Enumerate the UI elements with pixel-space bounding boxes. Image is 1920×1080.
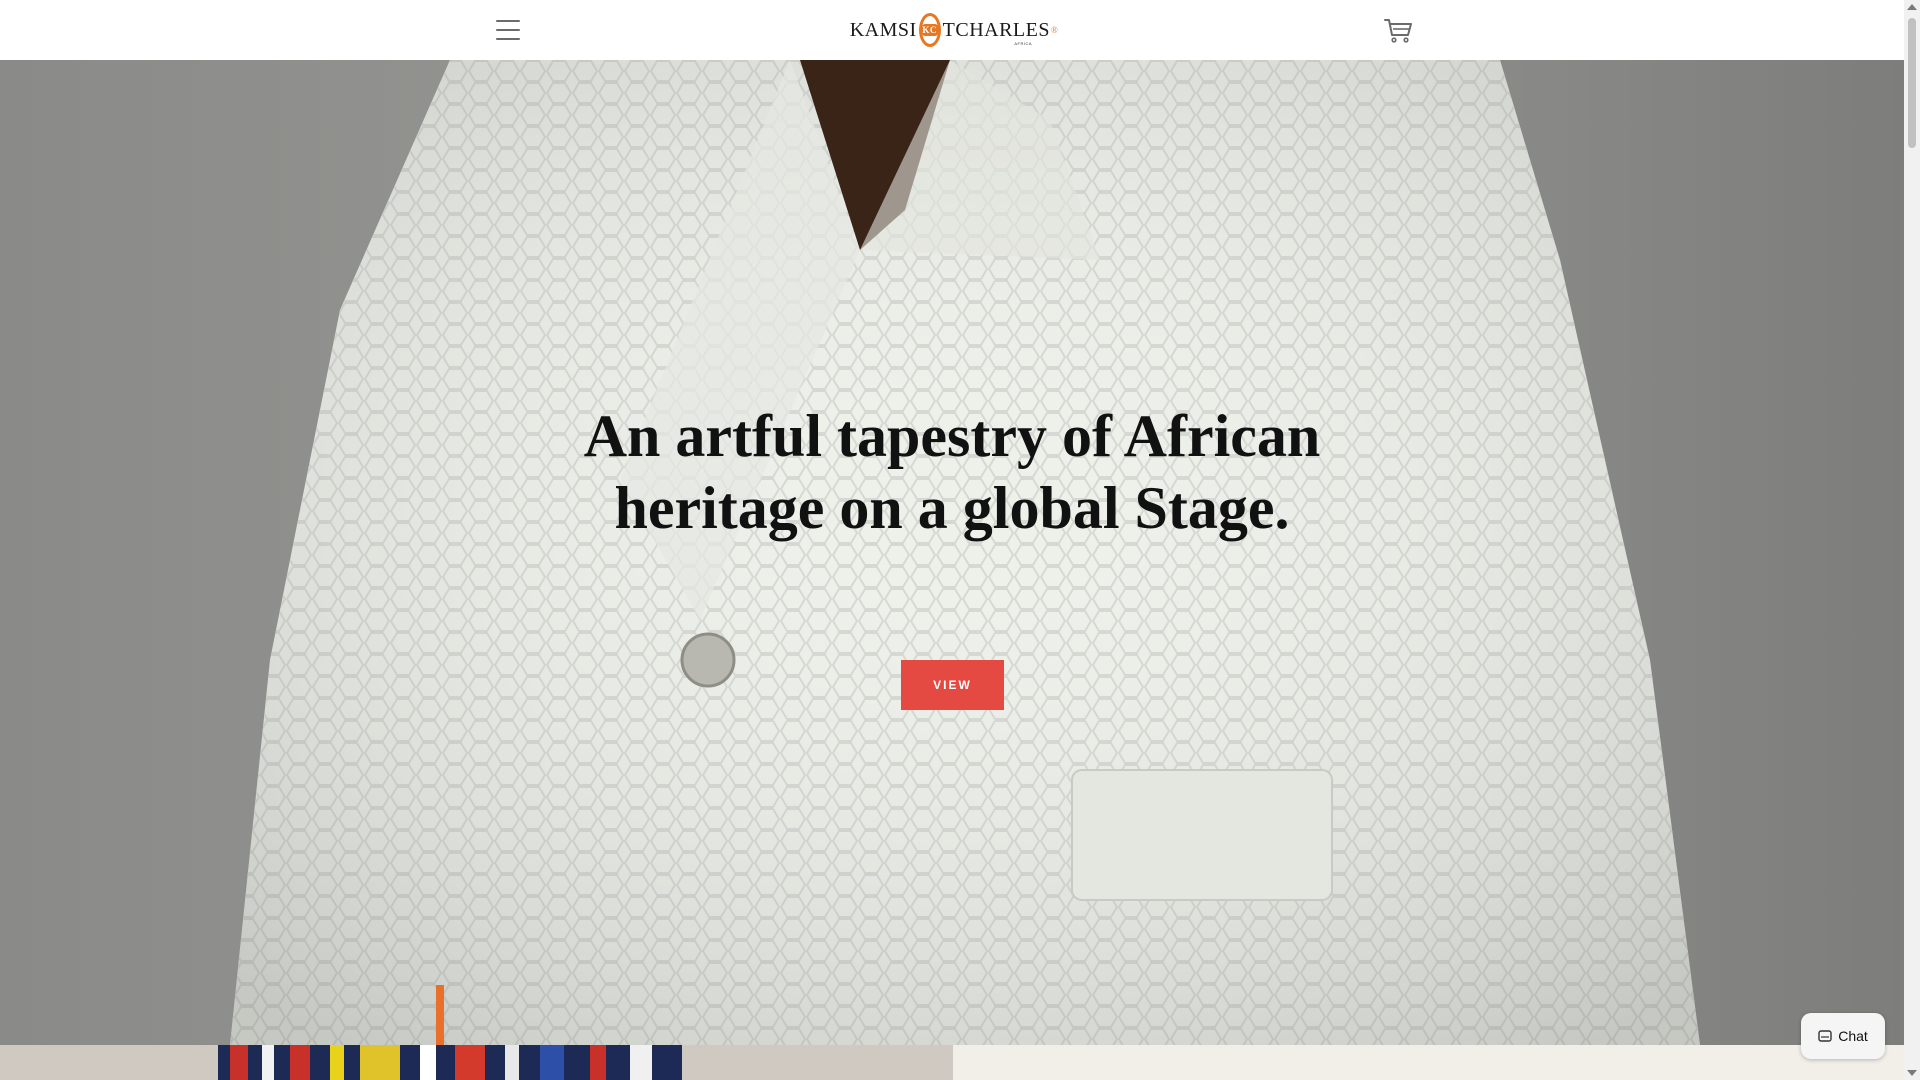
- chat-label: Chat: [1838, 1028, 1868, 1044]
- menu-button[interactable]: [492, 16, 524, 44]
- hero-headline-line2: heritage on a global Stage.: [614, 475, 1290, 541]
- hero-headline-line1: An artful tapestry of African: [583, 403, 1321, 469]
- site-logo[interactable]: KAMSI KC TCHARLES ® AFRICA: [849, 10, 1059, 50]
- logo-text-left: KAMSI: [849, 18, 917, 41]
- page-scrollbar[interactable]: [1904, 0, 1920, 1080]
- scroll-up-arrow-icon[interactable]: [1907, 4, 1917, 10]
- chat-icon: [1818, 1030, 1832, 1042]
- chat-button[interactable]: Chat: [1801, 1013, 1885, 1059]
- logo-mark: KC: [918, 13, 941, 47]
- hero-headline: An artful tapestry of African heritage o…: [452, 400, 1452, 544]
- scroll-thumb[interactable]: [1908, 18, 1916, 148]
- logo-mark-text: KC: [921, 24, 938, 36]
- site-header: KAMSI KC TCHARLES ® AFRICA: [0, 0, 1904, 60]
- collection-image-left[interactable]: [0, 1045, 953, 1080]
- patterned-fabric-image: [0, 1045, 953, 1080]
- hero-banner: An artful tapestry of African heritage o…: [0, 60, 1904, 1045]
- logo-registered-mark: ®: [1050, 25, 1059, 35]
- cart-button[interactable]: [1382, 14, 1414, 46]
- hamburger-icon: [496, 20, 520, 22]
- logo-text-right: TCHARLES: [942, 18, 1050, 41]
- scroll-down-arrow-icon[interactable]: [1907, 1070, 1917, 1076]
- collection-panel-right: [953, 1045, 1904, 1080]
- view-button[interactable]: VIEW: [901, 660, 1004, 710]
- logo-subtext: AFRICA: [1014, 41, 1032, 46]
- cart-icon: [1384, 19, 1412, 43]
- hero-image: [0, 60, 1904, 1045]
